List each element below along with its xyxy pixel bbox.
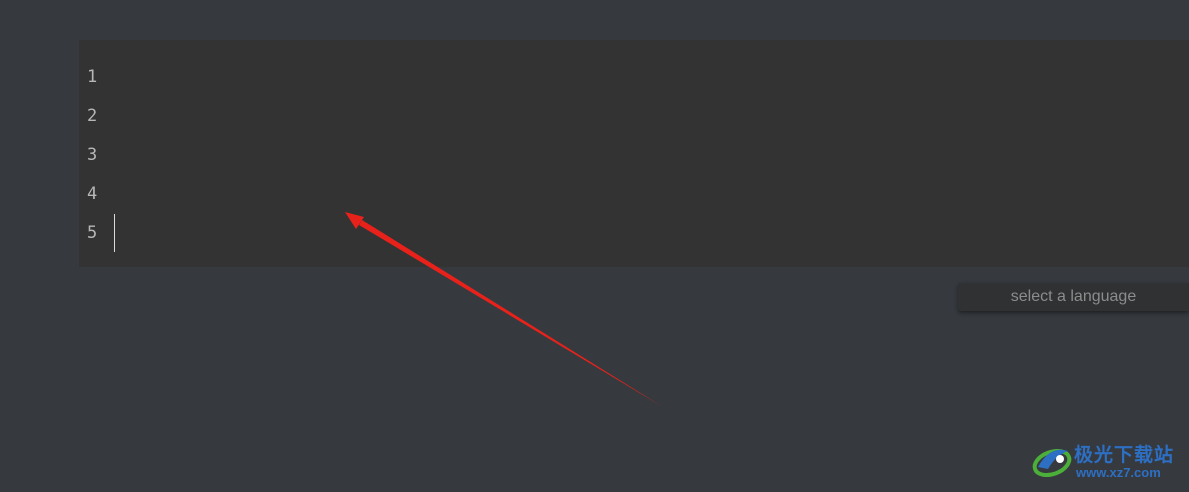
watermark-site-name: 极光下载站 [1074,444,1175,466]
page: 1 2 3 4 5 select a language 极光下载站 www.xz… [0,0,1189,492]
code-input-area[interactable] [114,58,1189,253]
watermark: 极光下载站 www.xz7.com [1030,437,1185,485]
line-number: 5 [87,223,98,243]
watermark-url: www.xz7.com [1076,465,1161,480]
line-number-gutter: 1 2 3 4 5 [79,58,109,253]
language-select[interactable]: select a language [958,283,1189,311]
language-select-placeholder: select a language [1010,288,1137,305]
line-number: 2 [87,106,98,126]
line-number: 1 [87,67,98,87]
line-number: 3 [87,145,98,165]
code-editor[interactable]: 1 2 3 4 5 [79,40,1189,267]
line-number: 4 [87,184,98,204]
watermark-logo-icon [1032,448,1072,478]
text-caret [114,214,115,252]
